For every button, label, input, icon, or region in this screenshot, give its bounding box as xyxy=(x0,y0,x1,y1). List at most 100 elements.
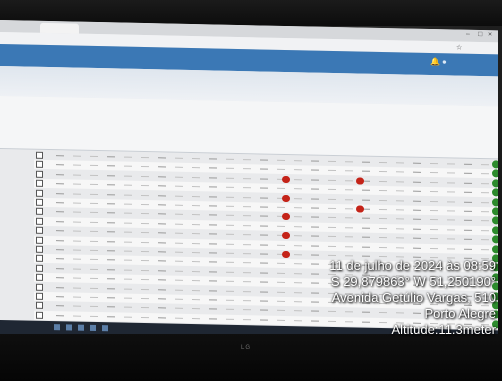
table-cell xyxy=(56,258,64,260)
row-checkbox[interactable] xyxy=(36,226,43,235)
row-checkbox[interactable] xyxy=(36,264,43,272)
row-checkbox[interactable] xyxy=(36,302,43,310)
table-cell xyxy=(192,317,200,319)
table-cell xyxy=(481,192,489,194)
table-cell xyxy=(277,272,285,274)
table-cell xyxy=(141,241,149,243)
row-checkbox[interactable] xyxy=(36,311,43,319)
table-cell xyxy=(158,176,166,178)
table-cell xyxy=(277,300,285,302)
row-checkbox[interactable] xyxy=(36,170,43,178)
status-ok-icon xyxy=(492,207,498,216)
table-cell xyxy=(379,227,387,229)
table-cell xyxy=(90,202,98,205)
start-icon[interactable] xyxy=(54,324,60,331)
table-cell xyxy=(226,271,234,273)
task-view-icon[interactable] xyxy=(78,324,84,331)
table-cell xyxy=(209,299,217,301)
table-cell xyxy=(56,267,64,270)
alert-marker-icon xyxy=(356,177,364,185)
table-cell xyxy=(311,216,319,219)
row-checkbox[interactable] xyxy=(36,255,43,263)
table-cell xyxy=(175,270,183,272)
table-cell xyxy=(73,277,81,279)
row-checkbox[interactable] xyxy=(36,217,43,225)
table-cell xyxy=(379,199,387,201)
stamp-city: Porto Alegre xyxy=(424,306,496,321)
table-cell xyxy=(158,223,166,225)
table-cell xyxy=(90,184,98,186)
table-cell xyxy=(226,158,234,160)
table-cell xyxy=(107,231,115,233)
table-cell xyxy=(260,300,268,302)
table-cell xyxy=(260,272,268,274)
row-checkbox[interactable] xyxy=(36,161,43,169)
status-ok-icon xyxy=(492,197,498,207)
table-cell xyxy=(311,235,319,237)
row-checkbox[interactable] xyxy=(36,283,43,291)
table-cell xyxy=(73,202,81,204)
table-cell xyxy=(192,261,200,263)
table-cell xyxy=(311,292,319,294)
row-checkbox[interactable] xyxy=(36,236,43,244)
table-cell xyxy=(243,177,251,180)
table-cell xyxy=(192,270,200,272)
table-cell xyxy=(107,250,115,252)
table-cell xyxy=(243,215,251,217)
table-cell xyxy=(226,233,234,236)
table-cell xyxy=(328,179,336,181)
table-cell xyxy=(430,172,438,174)
table-cell xyxy=(362,246,370,248)
table-cell xyxy=(311,263,319,266)
table-cell xyxy=(311,301,319,303)
row-checkbox[interactable] xyxy=(36,273,43,282)
table-cell xyxy=(124,269,132,271)
table-cell xyxy=(430,200,438,202)
table-cell xyxy=(107,259,115,261)
maximize-icon[interactable]: □ xyxy=(478,31,482,38)
star-icon[interactable]: ☆ xyxy=(456,44,462,52)
browser-icon[interactable] xyxy=(90,324,96,332)
table-cell xyxy=(243,271,251,274)
table-cell xyxy=(464,210,472,212)
alert-marker-icon xyxy=(356,205,364,213)
table-cell xyxy=(345,245,353,247)
table-cell xyxy=(379,246,387,248)
folder-icon[interactable] xyxy=(102,325,108,332)
close-icon[interactable]: × xyxy=(488,31,492,38)
table-cell xyxy=(481,164,489,166)
table-cell xyxy=(124,184,132,186)
table-cell xyxy=(277,291,285,293)
table-cell xyxy=(192,289,200,291)
table-cell xyxy=(56,164,64,166)
table-cell xyxy=(90,249,98,252)
table-cell xyxy=(226,177,234,179)
table-cell xyxy=(124,316,132,318)
table-cell xyxy=(481,173,489,175)
monitor-brand-logo: LG xyxy=(241,345,252,351)
user-menu[interactable] xyxy=(452,57,453,63)
table-cell xyxy=(90,212,98,214)
table-cell xyxy=(243,168,251,170)
table-cell xyxy=(481,229,489,232)
row-checkbox[interactable] xyxy=(36,208,43,216)
table-cell xyxy=(192,299,200,301)
table-cell xyxy=(464,201,472,203)
table-cell xyxy=(464,173,472,175)
row-checkbox[interactable] xyxy=(36,179,43,188)
minimize-icon[interactable]: – xyxy=(466,31,470,38)
row-checkbox[interactable] xyxy=(36,292,43,300)
row-checkbox[interactable] xyxy=(36,198,43,206)
search-icon[interactable] xyxy=(66,324,72,331)
row-checkbox[interactable] xyxy=(36,245,43,253)
table-cell xyxy=(226,280,234,283)
table-cell xyxy=(141,250,149,253)
alert-marker-icon xyxy=(282,194,290,202)
table-cell xyxy=(90,287,98,289)
row-checkbox[interactable] xyxy=(36,151,43,159)
row-checkbox[interactable] xyxy=(36,189,43,197)
bell-icon[interactable]: 🔔 xyxy=(430,57,440,66)
table-cell xyxy=(209,261,217,263)
user-icon[interactable]: ● xyxy=(442,57,447,66)
status-ok-icon xyxy=(492,235,498,244)
